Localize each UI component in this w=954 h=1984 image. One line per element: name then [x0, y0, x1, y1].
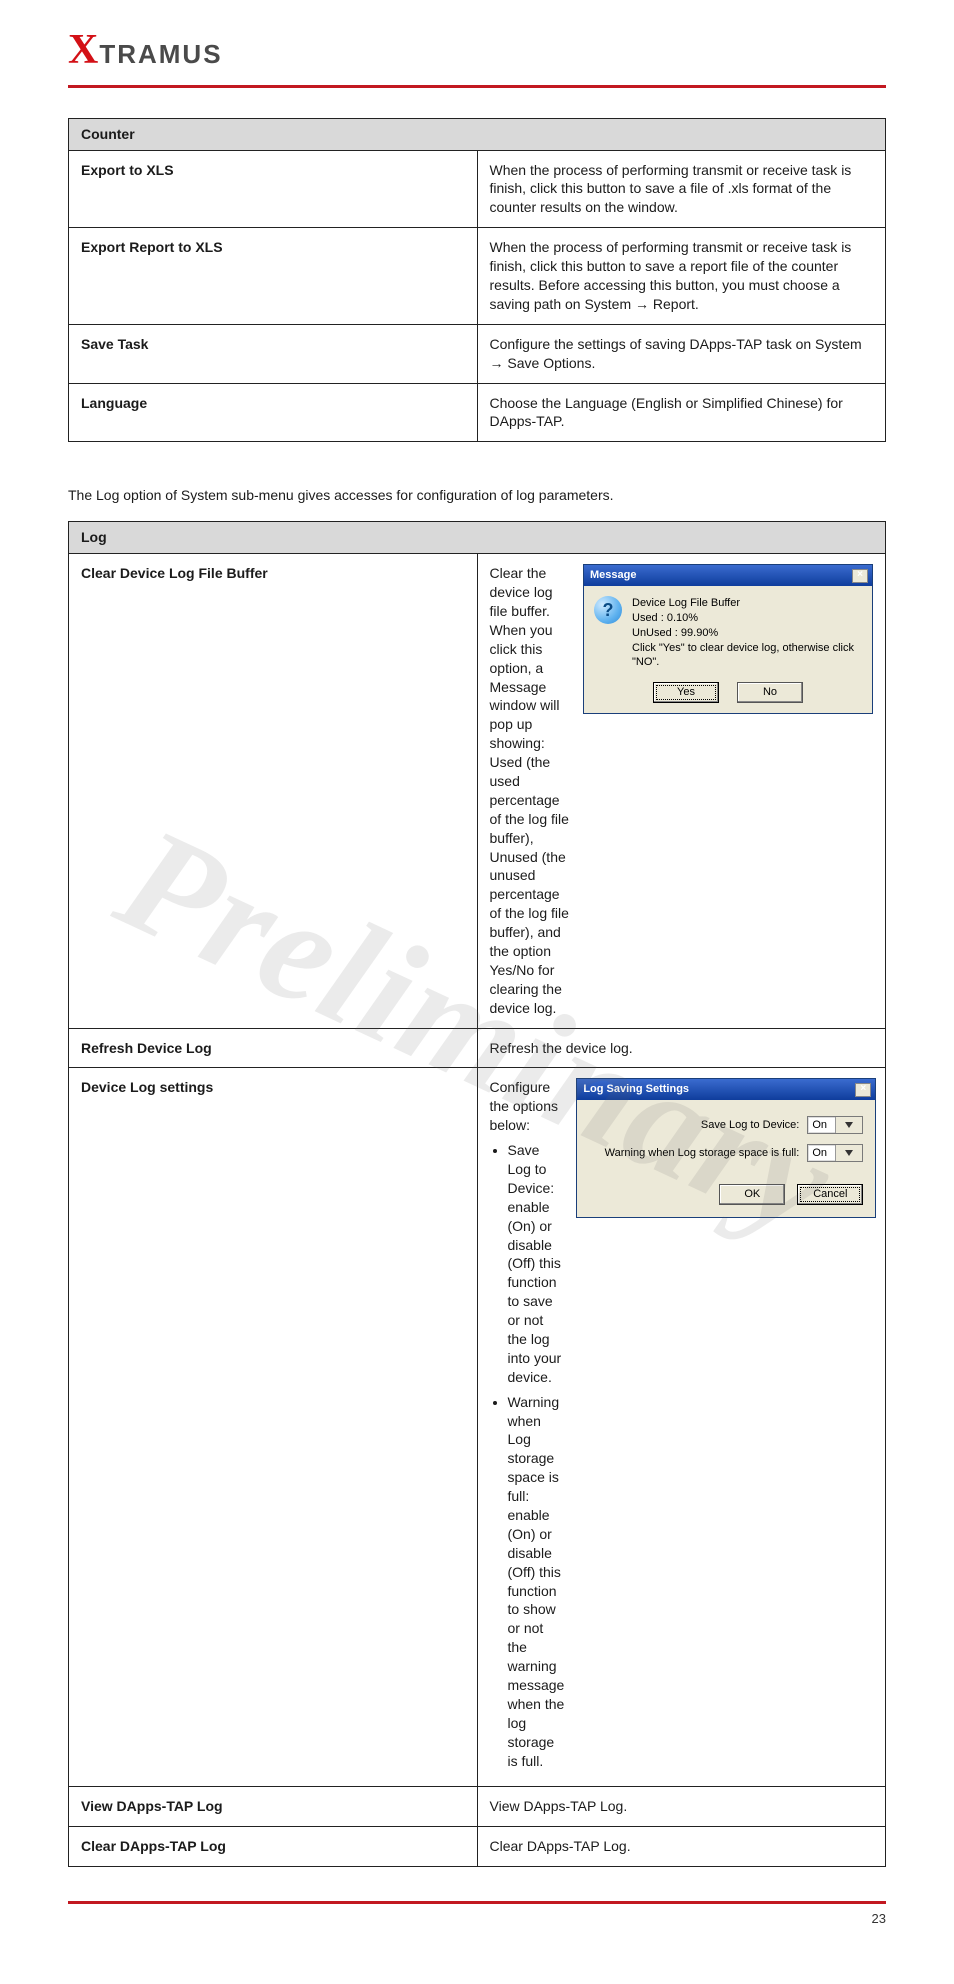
row-label: Save Task — [69, 324, 478, 383]
option-list: Save Log to Device: enable (On) or disab… — [508, 1141, 565, 1770]
close-icon[interactable]: × — [855, 1083, 871, 1097]
chevron-down-icon — [835, 1145, 863, 1161]
table-row: Clear DApps-TAP Log Clear DApps-TAP Log. — [69, 1827, 886, 1867]
list-item: Save Log to Device: enable (On) or disab… — [508, 1141, 565, 1387]
list-item: Warning when Log storage space is full: … — [508, 1393, 565, 1771]
log-table: Log Clear Device Log File Buffer Clear t… — [68, 521, 886, 1867]
save-log-select[interactable]: On — [807, 1116, 863, 1134]
dialog-line: UnUsed : 99.90% — [632, 626, 862, 641]
cancel-button[interactable]: Cancel — [797, 1184, 863, 1205]
warning-full-label: Warning when Log storage space is full: — [605, 1146, 800, 1161]
table-row: View DApps-TAP Log View DApps-TAP Log. — [69, 1787, 886, 1827]
row-label: Language — [69, 383, 478, 442]
dialog-titlebar: Log Saving Settings × — [577, 1079, 875, 1100]
page-footer: 23 — [68, 1910, 886, 1928]
row-text: Configure the settings of saving DApps-T… — [477, 324, 886, 383]
row-label: Clear Device Log File Buffer — [69, 554, 478, 1028]
table-row: Language Choose the Language (English or… — [69, 383, 886, 442]
log-intro: The Log option of System sub-menu gives … — [68, 486, 886, 505]
row-text: Refresh the device log. — [477, 1028, 886, 1068]
row-label: Export to XLS — [69, 150, 478, 228]
row-text: When the process of performing transmit … — [477, 150, 886, 228]
row-label: Export Report to XLS — [69, 228, 478, 325]
dialog-line: Used : 0.10% — [632, 611, 862, 626]
dialog-title: Log Saving Settings — [583, 1082, 689, 1097]
table-row: Export to XLS When the process of perfor… — [69, 150, 886, 228]
table-row: Device Log settings Configure the option… — [69, 1068, 886, 1787]
warning-full-select[interactable]: On — [807, 1144, 863, 1162]
row-label: Device Log settings — [69, 1068, 478, 1787]
close-icon[interactable]: × — [852, 569, 868, 583]
row-content: Clear the device log file buffer. When y… — [477, 554, 886, 1028]
row-text: View DApps-TAP Log. — [477, 1787, 886, 1827]
row-label: Clear DApps-TAP Log — [69, 1827, 478, 1867]
dialog-line: Click "Yes" to clear device log, otherwi… — [632, 641, 862, 671]
dialog-message: Device Log File Buffer Used : 0.10% UnUs… — [632, 596, 862, 670]
table-row: Export Report to XLS When the process of… — [69, 228, 886, 325]
no-button[interactable]: No — [737, 682, 803, 703]
row-text: Clear DApps-TAP Log. — [477, 1827, 886, 1867]
page-number: 23 — [872, 1910, 886, 1928]
table-row: Clear Device Log File Buffer Clear the d… — [69, 554, 886, 1028]
chevron-down-icon — [835, 1117, 863, 1133]
row-text: Choose the Language (English or Simplifi… — [477, 383, 886, 442]
counter-table: Counter Export to XLS When the process o… — [68, 118, 886, 443]
counter-table-header: Counter — [69, 118, 886, 150]
table-row: Refresh Device Log Refresh the device lo… — [69, 1028, 886, 1068]
row-text: Clear the device log file buffer. When y… — [490, 564, 572, 1017]
footer-rule — [68, 1901, 886, 1904]
dialog-line: Device Log File Buffer — [632, 596, 862, 611]
question-icon: ? — [594, 596, 622, 624]
row-label: Refresh Device Log — [69, 1028, 478, 1068]
save-log-label: Save Log to Device: — [701, 1118, 799, 1133]
row-label: View DApps-TAP Log — [69, 1787, 478, 1827]
log-settings-dialog: Log Saving Settings × Save Log to Device… — [576, 1078, 876, 1218]
header-rule — [68, 85, 886, 88]
brand-logo-text: TRAMUS — [99, 37, 222, 72]
dialog-titlebar: Message × — [584, 565, 872, 586]
table-row: Save Task Configure the settings of savi… — [69, 324, 886, 383]
yes-button[interactable]: Yes — [653, 682, 719, 703]
select-value: On — [808, 1146, 835, 1161]
page: X TRAMUS Counter Export to XLS When the … — [0, 0, 954, 1984]
dialog-title: Message — [590, 568, 636, 583]
brand-logo-x: X — [68, 22, 97, 79]
ok-button[interactable]: OK — [719, 1184, 785, 1205]
row-intro: Configure the options below: — [490, 1078, 565, 1135]
log-table-header: Log — [69, 522, 886, 554]
row-text: When the process of performing transmit … — [477, 228, 886, 325]
select-value: On — [808, 1118, 835, 1133]
brand-logo: X TRAMUS — [68, 22, 886, 85]
message-dialog: Message × ? Device Log File Buffer Used … — [583, 564, 873, 714]
row-content: Configure the options below: Save Log to… — [477, 1068, 886, 1787]
